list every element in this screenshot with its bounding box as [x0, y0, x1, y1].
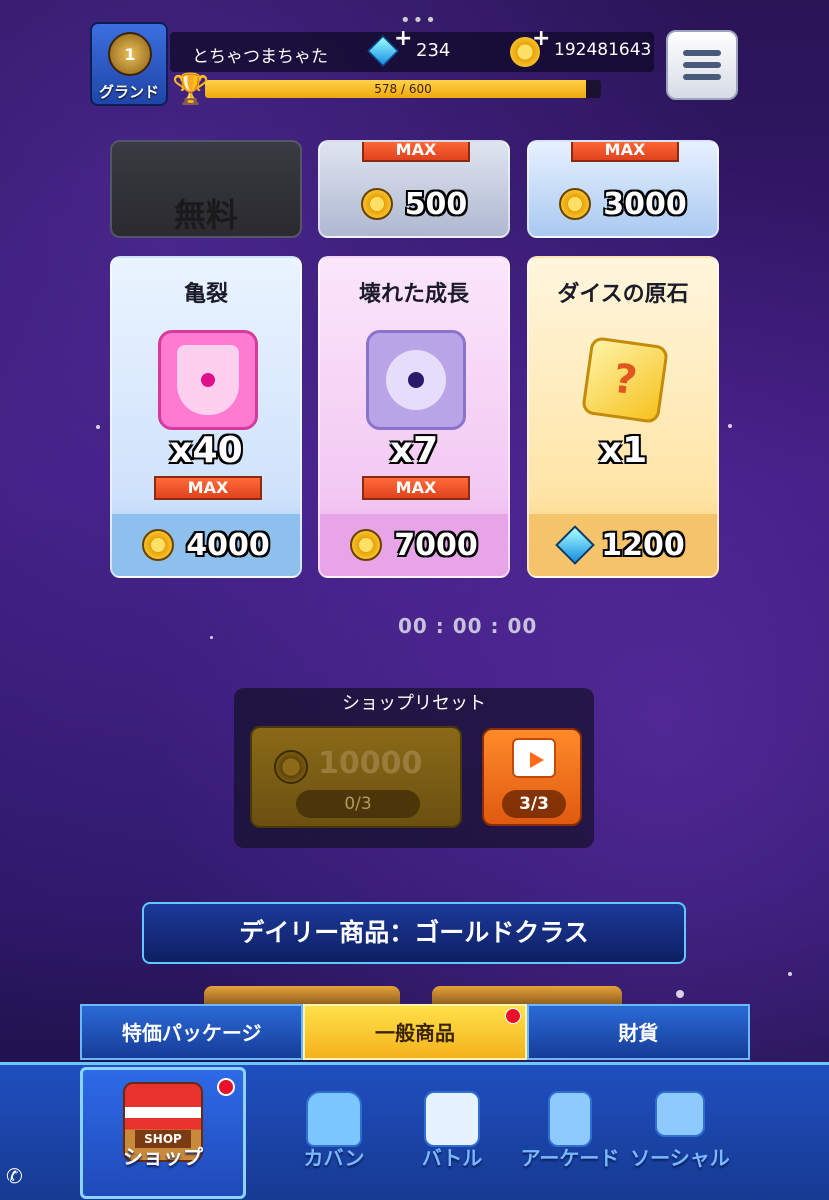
card-title: ダイスの原石 — [557, 282, 689, 307]
price-row: 4000 — [112, 514, 300, 576]
dice-shape: ? — [580, 335, 670, 425]
hamburger-line — [683, 50, 721, 56]
star — [788, 972, 792, 976]
bag-icon — [306, 1091, 362, 1147]
max-tag: MAX — [362, 142, 470, 162]
shield-shape — [177, 345, 239, 415]
shop-card-dice-ore[interactable]: ダイスの原石 ? x1 1200 — [527, 256, 719, 578]
social-icon — [655, 1091, 705, 1137]
reset-gold-price: 10000 — [318, 746, 423, 781]
rank-label: グランド — [98, 83, 159, 101]
exp-bar: 578 / 600 — [205, 80, 601, 98]
pip — [408, 372, 424, 388]
shop-reset-panel: ショップリセット 10000 0/3 3/3 — [234, 688, 594, 848]
notification-dot — [217, 1078, 235, 1096]
card-quantity: x40 — [169, 430, 243, 471]
nav-label: バトル — [421, 1146, 483, 1170]
price-row: 1200 — [529, 514, 717, 576]
tab-label: 一般商品 — [374, 1021, 455, 1045]
rank-number: 1 — [124, 44, 136, 64]
nav-label: アーケード — [520, 1146, 620, 1170]
star — [210, 636, 213, 639]
crack-shield-icon — [158, 330, 258, 430]
price: 3000 — [603, 186, 687, 222]
nav-label: ソーシャル — [630, 1146, 730, 1170]
coin-icon — [559, 188, 592, 220]
tab-currency[interactable]: 財貨 — [526, 1004, 750, 1060]
coin-icon — [360, 188, 393, 220]
shop-card-free[interactable]: 無料 — [110, 140, 302, 238]
notification-dot — [504, 1008, 521, 1024]
hidden-card-edge — [432, 986, 622, 1006]
max-tag: MAX — [154, 476, 262, 500]
reset-ad-count: 3/3 — [502, 790, 566, 818]
hamburger-line — [683, 74, 721, 80]
tab-general-items[interactable]: 一般商品 — [303, 1004, 527, 1060]
growth-core — [386, 350, 446, 410]
price-row: 500 — [320, 172, 508, 236]
bottom-navigation: SHOP ショップ カバン バトル アーケード ソーシャル — [0, 1062, 829, 1200]
max-tag: MAX — [571, 142, 679, 162]
phone-icon[interactable]: ✆ — [6, 1164, 23, 1188]
shop-tabs: 特価パッケージ 一般商品 財貨 — [80, 1004, 750, 1060]
shop-card-crack[interactable]: 亀裂 x40 MAX 4000 — [110, 256, 302, 578]
add-gems-icon[interactable]: + — [394, 26, 412, 51]
star — [728, 424, 732, 428]
nav-social[interactable]: ソーシャル — [620, 1065, 740, 1200]
free-label: 無料 — [173, 196, 238, 234]
reset-with-ad-button[interactable]: 3/3 — [482, 728, 582, 826]
shop-card-3000[interactable]: MAX 3000 — [527, 140, 719, 238]
max-tag: MAX — [362, 476, 470, 500]
price: 4000 — [186, 527, 270, 563]
coin-icon — [274, 750, 308, 784]
dice-icon — [424, 1091, 480, 1147]
coin-icon — [142, 529, 175, 561]
reset-timer: 00 : 00 : 00 — [398, 614, 538, 638]
nav-arcade[interactable]: アーケード — [510, 1065, 630, 1200]
star — [96, 425, 100, 429]
coin-icon — [350, 529, 383, 561]
price: 500 — [404, 186, 468, 222]
card-title: 亀裂 — [183, 282, 228, 307]
nav-battle[interactable]: バトル — [392, 1065, 512, 1200]
rank-emblem-icon: 1 — [108, 32, 152, 76]
broken-growth-icon — [366, 330, 466, 430]
price: 1200 — [601, 527, 685, 563]
rank-badge[interactable]: 1 グランド — [90, 22, 168, 106]
nav-label: カバン — [303, 1146, 365, 1170]
reset-with-gold-button[interactable]: 10000 0/3 — [250, 726, 462, 828]
hidden-card-edge — [204, 986, 400, 1006]
star — [676, 990, 684, 998]
tab-special-package[interactable]: 特価パッケージ — [80, 1004, 304, 1060]
price-row: 7000 — [320, 514, 508, 576]
daily-items-banner: デイリー商品：ゴールドクラス — [142, 902, 686, 964]
player-bar: とちゃつまちゃた + 234 + 192481643 — [170, 26, 654, 72]
player-name: とちゃつまちゃた — [192, 47, 328, 67]
gem-icon — [555, 525, 596, 565]
exp-text: 578 / 600 — [374, 82, 432, 96]
arcade-icon — [548, 1091, 592, 1147]
price-row: 3000 — [529, 172, 717, 236]
menu-button[interactable] — [666, 30, 738, 100]
coin-count: 192481643 — [554, 40, 652, 60]
card-quantity: x1 — [598, 430, 648, 471]
nav-bag[interactable]: カバン — [274, 1065, 394, 1200]
add-coins-icon[interactable]: + — [532, 26, 550, 51]
nav-shop[interactable]: SHOP ショップ — [80, 1067, 246, 1199]
trophy-icon: 🏆 — [172, 72, 210, 107]
nav-label: ショップ — [123, 1145, 203, 1169]
reset-gold-count: 0/3 — [296, 790, 420, 818]
shop-reset-title: ショップリセット — [342, 693, 486, 714]
video-ad-icon — [512, 738, 556, 778]
shop-card-broken-growth[interactable]: 壊れた成長 x7 MAX 7000 — [318, 256, 510, 578]
shop-card-500[interactable]: MAX 500 — [318, 140, 510, 238]
pip — [201, 373, 215, 387]
mystery-dice-icon: ? — [575, 330, 675, 430]
card-quantity: x7 — [389, 430, 439, 471]
gem-count: 234 — [416, 40, 451, 61]
price: 7000 — [394, 527, 478, 563]
card-title: 壊れた成長 — [358, 282, 469, 307]
hamburger-line — [683, 62, 721, 68]
